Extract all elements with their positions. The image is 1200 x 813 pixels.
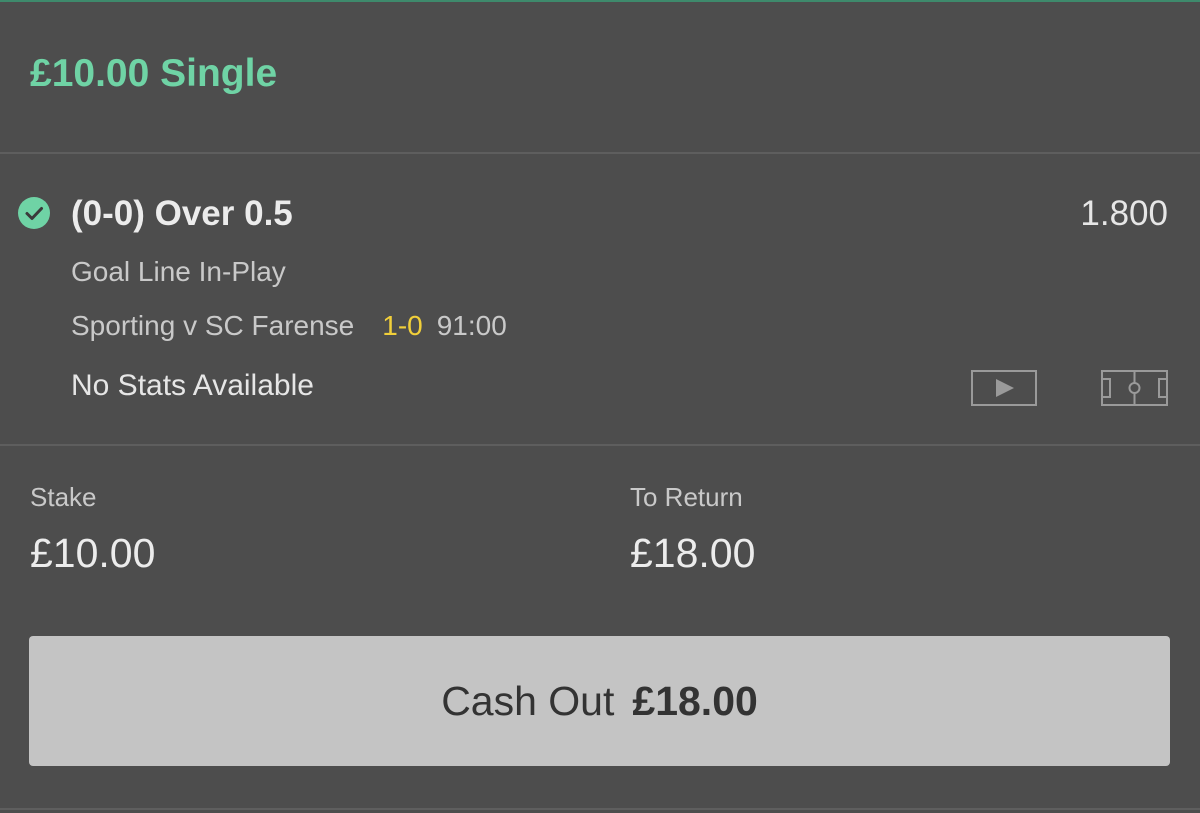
stats-text: No Stats Available [71, 369, 314, 402]
divider [0, 808, 1200, 810]
stake-label: Stake [30, 482, 97, 512]
to-return-value: £18.00 [630, 530, 756, 576]
check-circle-icon [18, 197, 50, 229]
pitch-icon[interactable] [1101, 370, 1168, 406]
selection-name: (0-0) Over 0.5 [71, 194, 293, 233]
live-score: 1-0 [382, 310, 423, 341]
match-clock: 91:00 [436, 310, 507, 341]
event-info: Sporting v SC Farense 1-0 91:00 [71, 310, 507, 342]
video-play-icon[interactable] [971, 370, 1037, 406]
bet-title: £10.00 Single [30, 52, 278, 95]
selection-odds: 1.800 [1080, 194, 1168, 233]
to-return-label: To Return [630, 482, 743, 512]
stake-section: Stake £10.00 To Return £18.00 Cash Out £… [0, 446, 1200, 808]
market-name: Goal Line In-Play [71, 256, 286, 287]
event-name: Sporting v SC Farense [71, 310, 355, 341]
cash-out-amount: £18.00 [632, 677, 758, 724]
stake-value: £10.00 [30, 530, 156, 576]
selection-row: (0-0) Over 0.5 1.800 Goal Line In-Play S… [0, 154, 1200, 444]
cash-out-button[interactable]: Cash Out £18.00 [29, 636, 1170, 766]
cash-out-label: Cash Out [441, 677, 615, 724]
bet-header: £10.00 Single [0, 2, 1200, 152]
